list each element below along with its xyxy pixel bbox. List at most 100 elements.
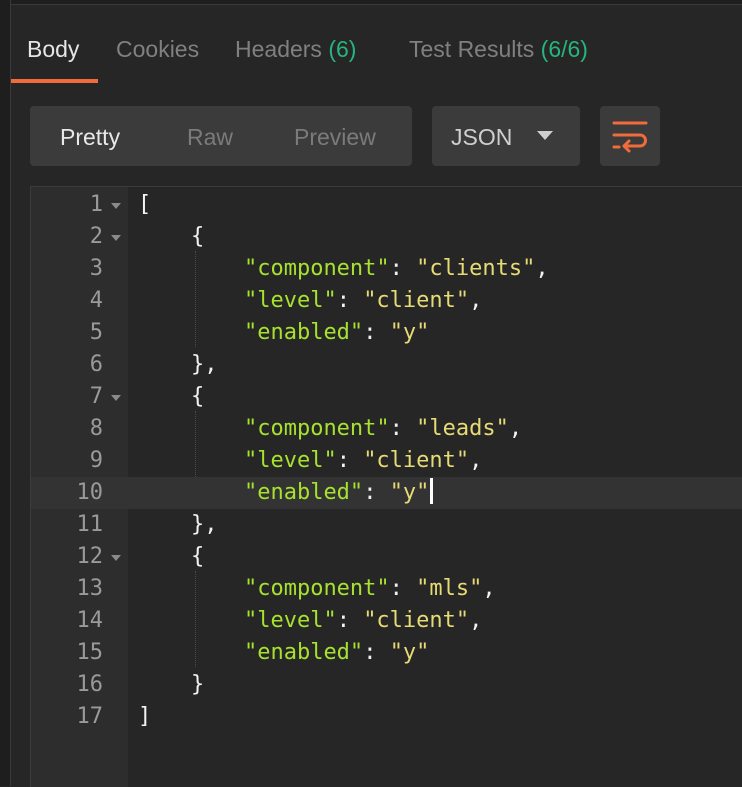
code-line[interactable]: 8 "component": "leads",	[31, 413, 742, 445]
code-line[interactable]: 17]	[31, 701, 742, 733]
json-key: "component"	[243, 576, 390, 601]
json-punctuation: ,	[535, 256, 549, 281]
code-line[interactable]: 4 "level": "client",	[31, 285, 742, 317]
line-number: 7	[89, 384, 103, 409]
line-number: 2	[89, 224, 103, 249]
view-pretty-button[interactable]: Pretty	[60, 106, 120, 166]
line-number: 17	[76, 704, 104, 729]
fold-arrow-icon[interactable]	[111, 235, 121, 241]
tab-test-results-count: (6/6)	[540, 36, 588, 62]
code-text: "level": "client",	[138, 285, 482, 317]
line-number: 3	[89, 256, 103, 281]
json-value: "y"	[389, 640, 430, 665]
fold-arrow-icon[interactable]	[111, 203, 121, 209]
code-text: "level": "client",	[138, 605, 482, 637]
tab-headers[interactable]: Headers (6)	[235, 36, 356, 63]
line-number: 5	[89, 320, 103, 345]
json-key: "enabled"	[243, 320, 364, 345]
json-punctuation: ]	[138, 704, 152, 729]
active-tab-indicator	[11, 79, 98, 83]
json-separator: :	[336, 608, 364, 633]
code-line[interactable]: 12 {	[31, 541, 742, 573]
line-number: 13	[76, 576, 104, 601]
code-text: "enabled": "y"	[138, 637, 429, 669]
json-punctuation: {	[190, 384, 205, 409]
json-punctuation: ,	[482, 576, 496, 601]
left-panel-edge	[0, 0, 11, 786]
json-punctuation: },	[190, 352, 218, 377]
line-number: 9	[89, 448, 103, 473]
view-preview-button[interactable]: Preview	[294, 106, 376, 166]
format-select-value: JSON	[451, 124, 513, 150]
code-line[interactable]: 7 {	[31, 381, 742, 413]
code-text: "component": "mls",	[138, 573, 496, 605]
json-punctuation: ,	[469, 288, 483, 313]
json-key: "level"	[243, 448, 337, 473]
tab-cookies[interactable]: Cookies	[116, 36, 199, 63]
fold-arrow-icon[interactable]	[111, 395, 121, 401]
tab-body[interactable]: Body	[27, 36, 79, 63]
json-value: "client"	[363, 448, 470, 473]
line-number: 4	[89, 288, 103, 313]
tab-headers-count: (6)	[328, 36, 357, 62]
code-line[interactable]: 13 "component": "mls",	[31, 573, 742, 605]
line-number: 16	[76, 672, 104, 697]
code-text: },	[138, 509, 218, 541]
response-tabs: Body Cookies Headers (6) Test Results (6…	[11, 4, 742, 84]
code-line[interactable]: 14 "level": "client",	[31, 605, 742, 637]
code-line[interactable]: 9 "level": "client",	[31, 445, 742, 477]
wrap-lines-button[interactable]	[600, 106, 660, 166]
code-line[interactable]: 10 "enabled": "y"	[31, 477, 742, 509]
code-line[interactable]: 1[	[31, 189, 742, 221]
json-separator: :	[336, 288, 364, 313]
json-punctuation: ,	[469, 608, 483, 633]
json-value: "leads"	[416, 416, 509, 441]
json-separator: :	[363, 640, 390, 665]
json-key: "enabled"	[243, 640, 364, 665]
code-line[interactable]: 3 "component": "clients",	[31, 253, 742, 285]
tab-test-results-label: Test Results	[409, 36, 535, 62]
line-number: 8	[89, 416, 103, 441]
wrap-lines-icon	[612, 121, 648, 153]
code-line[interactable]: 5 "enabled": "y"	[31, 317, 742, 349]
code-text: "component": "leads",	[138, 413, 522, 445]
code-line[interactable]: 11 },	[31, 509, 742, 541]
code-text: "enabled": "y"	[138, 477, 434, 509]
code-line[interactable]: 16 }	[31, 669, 742, 701]
line-number: 15	[76, 640, 104, 665]
code-text: ]	[138, 701, 151, 733]
tab-headers-label: Headers	[235, 36, 322, 62]
json-value: "clients"	[416, 256, 536, 281]
response-body-editor[interactable]: 1[2 {3 "component": "clients", 4 "level":…	[30, 186, 742, 787]
code-text: "enabled": "y"	[138, 317, 429, 349]
json-key: "level"	[243, 288, 337, 313]
tab-body-label: Body	[27, 36, 80, 62]
code-text: {	[138, 221, 204, 253]
code-text: "component": "clients",	[138, 253, 549, 285]
json-punctuation: {	[190, 224, 205, 249]
json-key: "enabled"	[243, 480, 364, 505]
json-value: "client"	[363, 608, 470, 633]
format-select[interactable]: JSON	[432, 106, 580, 166]
tab-test-results[interactable]: Test Results (6/6)	[409, 36, 588, 63]
view-raw-button[interactable]: Raw	[187, 106, 233, 166]
code-line[interactable]: 2 {	[31, 221, 742, 253]
json-key: "component"	[243, 416, 390, 441]
fold-arrow-icon[interactable]	[111, 555, 121, 561]
json-key: "level"	[243, 608, 337, 633]
line-number: 11	[76, 512, 104, 537]
json-punctuation: ,	[508, 416, 523, 441]
code-line[interactable]: 6 },	[31, 349, 742, 381]
code-line[interactable]: 15 "enabled": "y"	[31, 637, 742, 669]
json-key: "component"	[243, 256, 390, 281]
